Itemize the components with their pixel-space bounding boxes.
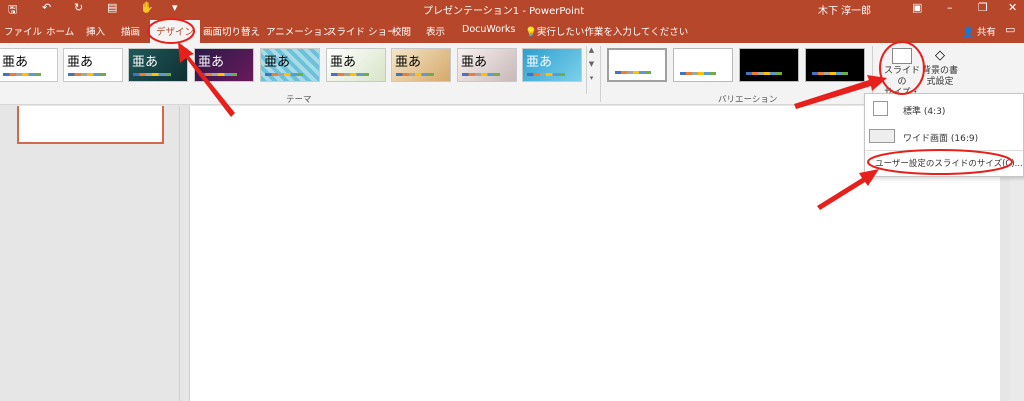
tab-design[interactable]: デザイン — [150, 20, 201, 43]
person-icon: 👤 — [962, 27, 977, 38]
dropdown-divider — [865, 150, 1023, 151]
custom-size-label: ユーザー設定のスライドのサイズ(C)... — [875, 159, 1023, 169]
theme-pattern[interactable]: 亜あ — [260, 48, 320, 82]
share-button[interactable]: 👤 共有 — [962, 24, 996, 38]
theme-sample-text: 亜あ — [132, 55, 159, 70]
theme-blue[interactable]: 亜あ — [522, 48, 582, 82]
title-bar: 🖫 ↶ ↻ ▤ ✋ ▾ プレゼンテーション1 - PowerPoint 木下 淳… — [0, 0, 1024, 17]
slide-size-widescreen[interactable]: ワイド画面 (16:9) — [865, 125, 1023, 149]
theme-sample-text: 亜あ — [461, 55, 488, 70]
restore-icon[interactable]: ❐ — [978, 1, 988, 14]
theme-office[interactable]: 亜あ — [0, 48, 58, 82]
tell-me-box[interactable]: 💡実行したい作業を入力してください — [525, 24, 688, 38]
standard-label: 標準 (4:3) — [903, 107, 946, 117]
paint-bucket-icon: ◇ — [935, 48, 945, 63]
theme-purple[interactable]: 亜あ — [194, 48, 254, 82]
touch-icon[interactable]: ✋ — [140, 1, 154, 14]
theme-office-2[interactable]: 亜あ — [63, 48, 123, 82]
tab-file[interactable]: ファイル — [4, 24, 42, 38]
lightbulb-icon: 💡 — [525, 27, 537, 38]
minimize-icon[interactable]: – — [947, 1, 953, 14]
redo-icon[interactable]: ↻ — [74, 1, 83, 14]
slide-size-custom[interactable]: ユーザー設定のスライドのサイズ(C)... — [865, 152, 1023, 174]
ribbon-display-icon[interactable]: ▣ — [912, 1, 922, 14]
theme-gallery-scroll[interactable]: ▲ ▼ ▾ — [586, 46, 596, 94]
more-icon[interactable]: ▾ — [587, 74, 596, 88]
theme-green[interactable]: 亜あ — [326, 48, 386, 82]
variant-1[interactable] — [607, 48, 667, 82]
variant-2[interactable] — [673, 48, 733, 82]
user-name[interactable]: 木下 淳一郎 — [818, 2, 871, 17]
close-icon[interactable]: ✕ — [1008, 1, 1017, 14]
present-icon[interactable]: ▤ — [107, 1, 117, 14]
theme-rose[interactable]: 亜あ — [457, 48, 517, 82]
tab-docuworks[interactable]: DocuWorks — [462, 24, 515, 35]
format-background-button[interactable]: ◇ 背景の書 式設定 — [920, 46, 960, 94]
slide-size-icon — [892, 48, 912, 64]
theme-teal[interactable]: 亜あ — [128, 48, 188, 82]
theme-wood[interactable]: 亜あ — [391, 48, 451, 82]
variant-3[interactable] — [739, 48, 799, 82]
ribbon-tabs: ファイル ホーム 挿入 描画 デザイン 画面切り替え アニメーション スライド … — [0, 17, 1024, 43]
pane-splitter[interactable] — [180, 106, 190, 401]
variant-4[interactable] — [805, 48, 865, 82]
tab-home[interactable]: ホーム — [46, 24, 74, 38]
tab-slideshow[interactable]: スライド ショー — [327, 24, 397, 38]
slide-thumbnail-pane — [0, 106, 180, 401]
slide-size-label-1: スライドの — [883, 66, 920, 87]
format-background-label-2: 式設定 — [926, 77, 954, 87]
standard-slide-icon — [873, 101, 888, 116]
theme-sample-text: 亜あ — [67, 55, 94, 70]
theme-sample-text: 亜あ — [2, 55, 29, 70]
slide-size-button[interactable]: スライドの サイズ・ — [882, 46, 922, 98]
slide-thumbnail[interactable] — [17, 106, 164, 144]
tab-draw[interactable]: 描画 — [121, 24, 140, 38]
theme-sample-text: 亜あ — [526, 55, 553, 70]
comment-icon[interactable]: ▭ — [1005, 23, 1015, 36]
theme-sample-text: 亜あ — [330, 55, 357, 70]
widescreen-label: ワイド画面 (16:9) — [903, 134, 979, 144]
variants-group-label: バリエーション — [718, 95, 778, 105]
format-background-label-1: 背景の書 — [921, 66, 958, 76]
customize-icon[interactable]: ▾ — [172, 1, 178, 14]
scroll-up-icon[interactable]: ▲ — [587, 46, 596, 60]
theme-sample-text: 亜あ — [395, 55, 422, 70]
window-title: プレゼンテーション1 - PowerPoint — [423, 6, 585, 17]
tab-review[interactable]: 校閲 — [392, 24, 411, 38]
group-separator — [600, 46, 601, 102]
widescreen-slide-icon — [869, 129, 895, 143]
slide-size-standard[interactable]: 標準 (4:3) — [865, 98, 1023, 122]
tab-insert[interactable]: 挿入 — [86, 24, 105, 38]
slide-size-dropdown: 標準 (4:3) ワイド画面 (16:9) ユーザー設定のスライドのサイズ(C)… — [864, 93, 1024, 177]
theme-sample-text: 亜あ — [198, 55, 225, 70]
themes-group-label: テーマ — [286, 95, 312, 105]
tell-me-text: 実行したい作業を入力してください — [536, 27, 689, 38]
tab-animations[interactable]: アニメーション — [266, 24, 332, 38]
tab-transitions[interactable]: 画面切り替え — [203, 24, 260, 38]
share-label: 共有 — [976, 27, 996, 38]
scroll-down-icon[interactable]: ▼ — [587, 60, 596, 74]
undo-icon[interactable]: ↶ — [42, 1, 51, 14]
tab-view[interactable]: 表示 — [426, 24, 445, 38]
theme-sample-text: 亜あ — [264, 55, 291, 70]
